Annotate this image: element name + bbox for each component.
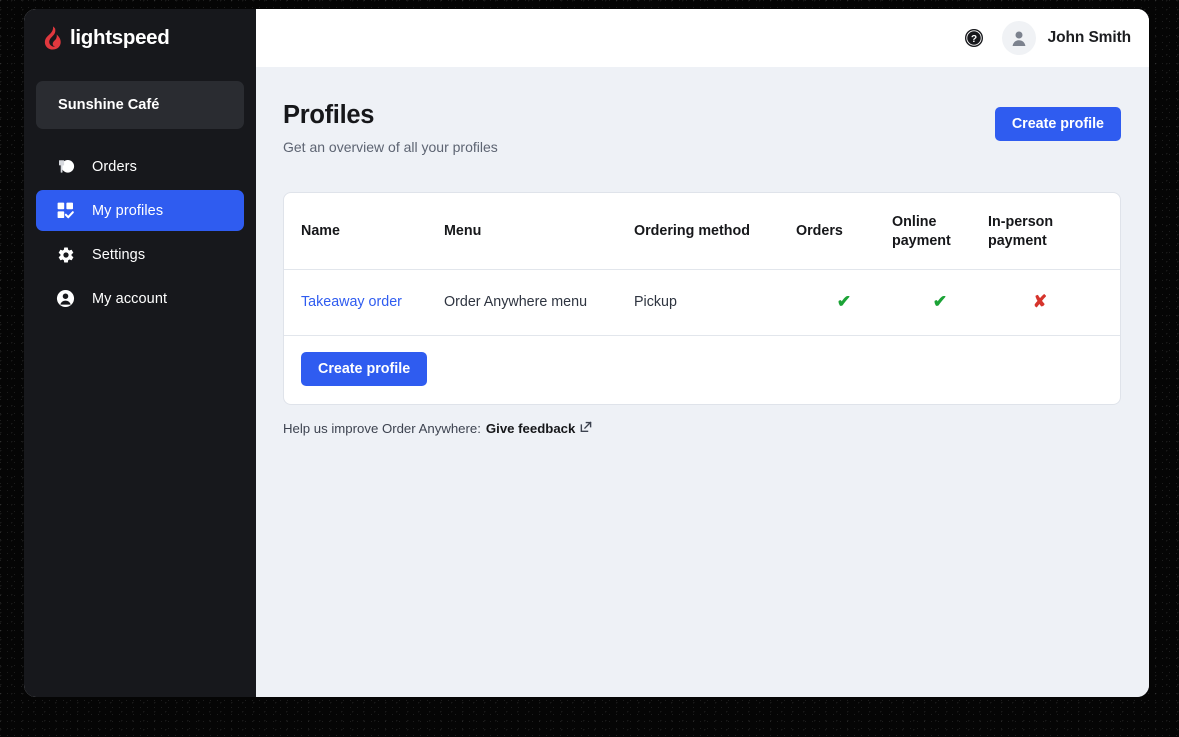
cell-menu: Order Anywhere menu: [444, 269, 634, 336]
page-subtitle: Get an overview of all your profiles: [283, 139, 498, 156]
column-header-online-payment: Online payment: [892, 193, 988, 270]
sidebar-item-my-profiles[interactable]: My profiles: [36, 190, 244, 231]
gear-icon: [56, 245, 75, 264]
page-title: Profiles: [283, 101, 375, 129]
grid-check-icon: [56, 201, 75, 220]
card-footer: Create profile: [284, 336, 1120, 404]
user-name: John Smith: [1047, 29, 1131, 46]
table-row: Takeaway order Order Anywhere menu Picku…: [284, 269, 1120, 336]
store-selector[interactable]: Sunshine Café: [36, 81, 244, 129]
content-area: Profiles Get an overview of all your pro…: [256, 67, 1149, 697]
check-icon: ✔: [836, 292, 852, 312]
check-icon: ✔: [932, 292, 948, 312]
user-circle-icon: [56, 289, 75, 308]
sidebar-item-my-account[interactable]: My account: [36, 278, 244, 319]
store-name: Sunshine Café: [58, 97, 160, 113]
create-profile-button-footer[interactable]: Create profile: [301, 351, 428, 386]
cross-icon: ✘: [1032, 292, 1048, 312]
help-circle-icon[interactable]: ?: [964, 28, 984, 48]
brand-name: lightspeed: [70, 25, 170, 49]
give-feedback-link[interactable]: Give feedback: [486, 421, 575, 436]
top-bar: ? John Smith: [256, 9, 1149, 67]
cell-name: Takeaway order: [284, 269, 444, 336]
page-header: Profiles Get an overview of all your pro…: [283, 101, 1121, 155]
profiles-card: Name Menu Ordering method Orders Online …: [283, 192, 1121, 405]
user-avatar-icon: [1001, 21, 1036, 55]
plate-cutlery-icon: [56, 157, 75, 176]
sidebar-nav: Orders My profiles Settings My account: [24, 143, 256, 322]
brand-logo[interactable]: lightspeed: [24, 9, 256, 67]
cell-orders: ✔: [796, 269, 892, 336]
table-header: Name Menu Ordering method Orders Online …: [284, 193, 1120, 270]
column-header-action: [1092, 193, 1120, 270]
desktop-backdrop: lightspeed Sunshine Café Orders My profi…: [0, 0, 1179, 737]
column-header-name: Name: [284, 193, 444, 270]
sidebar-item-label: Orders: [92, 158, 137, 175]
lightspeed-flame-icon: [42, 26, 63, 50]
profile-name-link[interactable]: Takeaway order: [301, 294, 402, 310]
sidebar: lightspeed Sunshine Café Orders My profi…: [24, 9, 256, 697]
page-header-text: Profiles Get an overview of all your pro…: [283, 101, 498, 155]
column-header-inperson-payment: In-person payment: [988, 193, 1092, 270]
sidebar-item-label: My account: [92, 290, 168, 307]
external-link-icon[interactable]: [580, 421, 592, 436]
sidebar-item-orders[interactable]: Orders: [36, 146, 244, 187]
user-menu[interactable]: John Smith: [1001, 21, 1131, 55]
table-header-row: Name Menu Ordering method Orders Online …: [284, 193, 1120, 270]
feedback-text: Help us improve Order Anywhere:: [283, 420, 481, 436]
main-area: ? John Smith Profiles Get an overview of…: [256, 9, 1149, 697]
app-window: lightspeed Sunshine Café Orders My profi…: [24, 9, 1149, 697]
column-header-ordering-method: Ordering method: [634, 193, 796, 270]
sidebar-item-label: Settings: [92, 246, 146, 263]
sidebar-item-label: My profiles: [92, 202, 164, 219]
table-body: Takeaway order Order Anywhere menu Picku…: [284, 269, 1120, 336]
feedback-line: Help us improve Order Anywhere: Give fee…: [283, 421, 1121, 436]
create-profile-button-header[interactable]: Create profile: [994, 107, 1121, 141]
sidebar-item-settings[interactable]: Settings: [36, 234, 244, 275]
cell-open-link: [1092, 269, 1120, 336]
cell-ordering-method: Pickup: [634, 269, 796, 336]
cell-inperson-payment: ✘: [988, 269, 1092, 336]
column-header-orders: Orders: [796, 193, 892, 270]
cell-online-payment: ✔: [892, 269, 988, 336]
column-header-menu: Menu: [444, 193, 634, 270]
profiles-table: Name Menu Ordering method Orders Online …: [284, 193, 1120, 336]
svg-text:?: ?: [971, 34, 977, 45]
